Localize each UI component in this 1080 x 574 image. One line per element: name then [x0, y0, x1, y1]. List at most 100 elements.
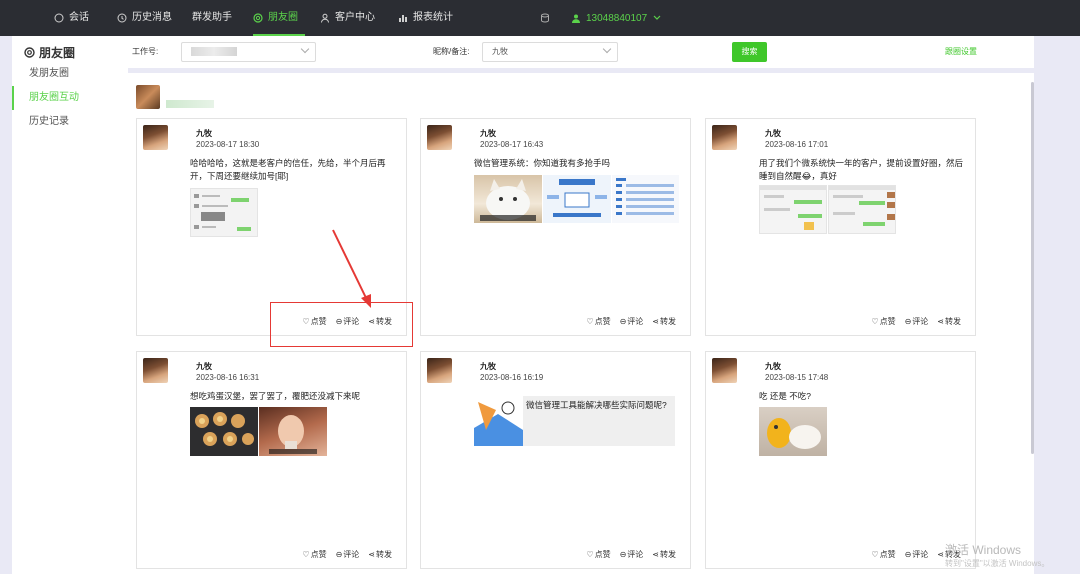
nav-customers[interactable]: 客户中心: [320, 0, 375, 36]
comment-label: 评论: [627, 317, 644, 326]
database-icon: [541, 13, 549, 23]
like-label: 点赞: [879, 317, 896, 326]
like-button[interactable]: ♡ 点赞: [871, 549, 895, 560]
user-icon: [572, 14, 580, 23]
post-image-diagram[interactable]: [543, 175, 611, 223]
post-author: 九牧: [480, 362, 496, 371]
nav-reports-label: 报表统计: [413, 12, 453, 23]
like-button[interactable]: ♡ 点赞: [586, 549, 610, 560]
bar-chart-icon: [399, 15, 407, 22]
person-icon: [321, 13, 329, 23]
nav-customers-label: 客户中心: [335, 12, 375, 23]
post-time: 2023-08-16 16:19: [480, 373, 544, 382]
share-button[interactable]: ⋖ 转发: [652, 549, 676, 560]
scrollbar-thumb[interactable]: [1031, 82, 1034, 454]
avatar: [143, 358, 168, 383]
like-button[interactable]: ♡ 点赞: [871, 316, 895, 327]
like-label: 点赞: [310, 550, 327, 559]
search-button[interactable]: 搜索: [732, 42, 767, 62]
like-label: 点赞: [594, 550, 611, 559]
avatar: [712, 358, 737, 383]
account-name-redacted: [166, 100, 214, 108]
comment-button[interactable]: ⊖ 评论: [620, 316, 644, 327]
post-image-chat-2[interactable]: [828, 185, 896, 234]
nickname-value: 九牧: [492, 47, 508, 56]
activation-watermark: 激活 Windows 转到"设置"以激活 Windows。: [945, 543, 1049, 571]
like-label: 点赞: [594, 317, 611, 326]
post-image-cat[interactable]: [474, 175, 542, 223]
clock-icon: [117, 13, 127, 23]
share-label: 转发: [945, 317, 961, 326]
avatar: [427, 358, 452, 383]
nav-moments[interactable]: 朋友圈: [253, 0, 305, 36]
share-label: 转发: [660, 550, 676, 559]
nickname-select[interactable]: 九牧: [482, 42, 618, 62]
post-time: 2023-08-17 18:30: [196, 140, 260, 149]
comment-button[interactable]: ⊖ 评论: [620, 549, 644, 560]
nav-chat[interactable]: 会话: [54, 0, 89, 36]
watermark-line1: 激活 Windows: [945, 543, 1022, 557]
share-icon: ⋖: [937, 550, 944, 559]
heart-icon: ♡: [871, 317, 879, 326]
comment-label: 评论: [627, 550, 644, 559]
post-image-chat-1[interactable]: [759, 185, 827, 234]
post-link-title: 微信管理工具能解决哪些实际问题呢?: [526, 400, 667, 410]
comment-icon: ⊖: [335, 550, 343, 559]
work-no-label: 工作号:: [132, 47, 159, 56]
sidebar-item-post[interactable]: 发朋友圈: [12, 62, 128, 86]
comment-button[interactable]: ⊖ 评论: [905, 316, 929, 327]
post-image-meme[interactable]: [259, 407, 327, 456]
chevron-down-icon: [300, 44, 310, 54]
sidebar-title-text: 朋友圈: [39, 46, 76, 60]
account-avatar: [136, 85, 160, 109]
moments-feed: 九牧 2023-08-17 18:30 哈哈哈哈，这就是老客户的信任，先给，半个…: [128, 73, 1034, 574]
comment-icon: ⊖: [904, 550, 912, 559]
post-text: 用了我们个微系统快一年的客户，提前设置好圈，然后睡到自然醒😂，真好: [759, 158, 964, 181]
share-button[interactable]: ⋖ 转发: [652, 316, 676, 327]
post-card: 九牧 2023-08-15 17:48 吃 还是 不吃? ♡ 点赞 ⊖ 评论 ⋖ 转发: [705, 351, 976, 569]
sidebar-item-history[interactable]: 历史记录: [12, 110, 128, 134]
chevron-down-icon: [653, 15, 661, 20]
like-button[interactable]: ♡ 点赞: [586, 316, 610, 327]
post-image-feature-list[interactable]: [612, 175, 679, 223]
annotation-arrow: [332, 229, 371, 308]
comment-label: 评论: [343, 550, 360, 559]
nav-reports[interactable]: 报表统计: [398, 0, 453, 36]
post-actions: ♡ 点赞 ⊖ 评论 ⋖ 转发: [586, 316, 676, 327]
comment-button[interactable]: ⊖ 评论: [336, 549, 360, 560]
post-author: 九牧: [196, 362, 212, 371]
post-author: 九牧: [196, 129, 212, 138]
post-time: 2023-08-16 17:01: [765, 140, 829, 149]
top-nav-bar: 会话 历史消息 群发助手 朋友圈 客户中心 报表统计 13048840107: [0, 0, 1080, 36]
comment-label: 评论: [912, 317, 929, 326]
watermark-line2: 转到"设置"以激活 Windows。: [945, 559, 1050, 568]
nav-moments-label: 朋友圈: [268, 12, 298, 23]
like-label: 点赞: [879, 550, 896, 559]
post-author: 九牧: [480, 129, 496, 138]
post-text: 哈哈哈哈，这就是老客户的信任，先给，半个月后再开，下周还要继续加号[耶]: [190, 158, 386, 181]
nav-history[interactable]: 历史消息: [117, 0, 172, 36]
comment-label: 评论: [912, 550, 929, 559]
post-image-toy-food[interactable]: [759, 407, 827, 456]
post-actions: ♡ 点赞 ⊖ 评论 ⋖ 转发: [871, 316, 961, 327]
follow-settings-link[interactable]: 跟圈设置: [945, 46, 977, 57]
user-menu[interactable]: 13048840107: [540, 0, 661, 36]
share-icon: ⋖: [937, 317, 944, 326]
nav-broadcast[interactable]: 群发助手: [192, 0, 232, 36]
share-icon: ⋖: [652, 317, 659, 326]
post-link-card[interactable]: 微信管理工具能解决哪些实际问题呢?: [474, 396, 675, 446]
share-button[interactable]: ⋖ 转发: [937, 316, 961, 327]
share-button[interactable]: ⋖ 转发: [368, 549, 392, 560]
post-image-egg-burgers[interactable]: [190, 407, 258, 456]
post-image[interactable]: [190, 188, 258, 237]
nickname-label: 昵称/备注:: [433, 47, 470, 56]
heart-icon: ♡: [586, 317, 594, 326]
comment-icon: ⊖: [904, 317, 912, 326]
like-button[interactable]: ♡ 点赞: [302, 549, 326, 560]
post-card: 九牧 2023-08-16 17:01 用了我们个微系统快一年的客户，提前设置好…: [705, 118, 976, 336]
heart-icon: ♡: [302, 550, 310, 559]
work-no-select[interactable]: [181, 42, 316, 62]
avatar: [712, 125, 737, 150]
sidebar-item-interactions[interactable]: 朋友圈互动: [12, 86, 128, 110]
comment-button[interactable]: ⊖ 评论: [905, 549, 929, 560]
